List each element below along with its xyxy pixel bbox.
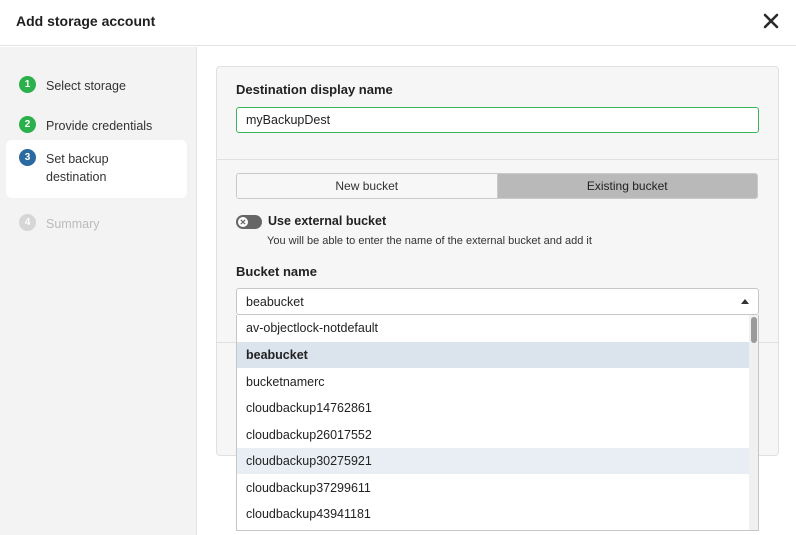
wizard-steps-sidebar: 1 Select storage 2 Provide credentials 3… bbox=[0, 47, 197, 535]
bucket-option-hovered[interactable]: cloudbackup30275921 bbox=[237, 448, 750, 474]
step-number: 3 bbox=[19, 149, 36, 166]
bucket-option[interactable]: cloudbackup26017552 bbox=[237, 422, 750, 448]
bucket-type-segmented-control: New bucket Existing bucket bbox=[236, 173, 758, 199]
bucket-name-label: Bucket name bbox=[236, 264, 317, 279]
dialog-header: Add storage account bbox=[0, 0, 796, 46]
step-select-storage[interactable]: 1 Select storage bbox=[6, 70, 187, 102]
external-bucket-label: Use external bucket bbox=[268, 214, 387, 228]
step-label: Provide credentials bbox=[46, 119, 153, 133]
step-provide-credentials[interactable]: 2 Provide credentials bbox=[6, 110, 187, 142]
scrollbar-thumb[interactable] bbox=[751, 317, 757, 343]
destination-name-label: Destination display name bbox=[236, 82, 393, 97]
bucket-option-selected[interactable]: beabucket bbox=[237, 342, 750, 368]
bucket-option[interactable]: cloudbackup14762861 bbox=[237, 395, 750, 421]
toggle-knob bbox=[238, 217, 248, 227]
bucket-option[interactable]: av-objectlock-notdefault bbox=[237, 315, 750, 341]
panel-divider bbox=[217, 159, 778, 160]
step-label: Summary bbox=[46, 217, 100, 231]
step-set-backup-destination[interactable]: 3 Set backup destination bbox=[6, 140, 187, 198]
destination-name-input[interactable]: myBackupDest bbox=[236, 107, 759, 133]
bucket-option[interactable]: cloudbackup43941181 bbox=[237, 501, 750, 527]
x-icon bbox=[240, 219, 246, 225]
close-icon[interactable] bbox=[760, 10, 782, 32]
step-label: Set backup destination bbox=[46, 152, 109, 184]
external-bucket-toggle[interactable] bbox=[236, 215, 262, 229]
step-summary: 4 Summary bbox=[6, 208, 187, 240]
existing-bucket-option[interactable]: Existing bucket bbox=[497, 174, 757, 198]
bucket-name-value: beabucket bbox=[246, 295, 304, 309]
step-number: 1 bbox=[19, 76, 36, 93]
caret-up-icon bbox=[741, 299, 749, 304]
bucket-option[interactable]: cloudbackup37299611 bbox=[237, 475, 750, 501]
dropdown-scrollbar[interactable] bbox=[749, 315, 758, 530]
bucket-name-dropdown: av-objectlock-notdefault beabucket bucke… bbox=[236, 315, 759, 531]
step-number: 4 bbox=[19, 214, 36, 231]
step-label: Select storage bbox=[46, 79, 126, 93]
bucket-name-select[interactable]: beabucket bbox=[236, 288, 759, 315]
external-bucket-description: You will be able to enter the name of th… bbox=[267, 235, 592, 247]
dialog-title: Add storage account bbox=[16, 13, 156, 29]
new-bucket-option[interactable]: New bucket bbox=[237, 174, 498, 198]
step-number: 2 bbox=[19, 116, 36, 133]
bucket-option[interactable]: bucketnamerc bbox=[237, 369, 750, 395]
